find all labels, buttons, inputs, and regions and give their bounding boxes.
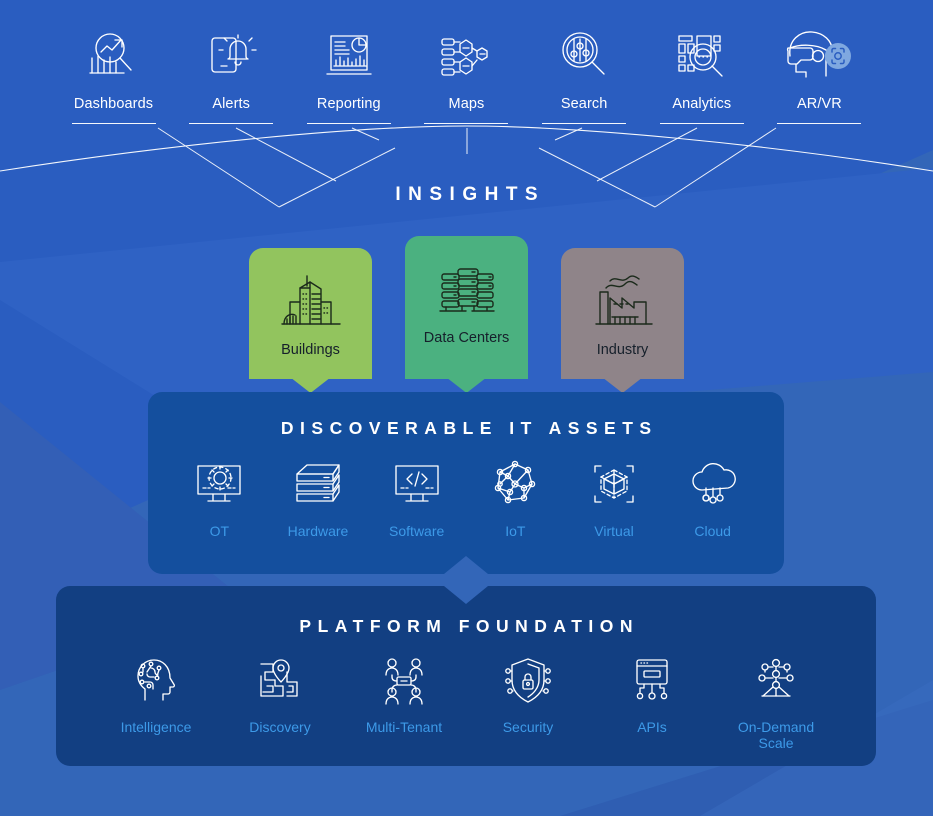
city-buildings-icon [276,272,346,334]
insight-underline [306,123,391,124]
insight-label: Search [560,96,608,112]
tile-label: IoT [505,523,526,539]
insight-label: Dashboards [73,96,154,112]
foundation-tile-row: Intelligence Discovery Multi-Tenant Secu… [56,654,876,751]
tile-cloud[interactable]: Cloud [663,458,762,539]
cloud-nodes-icon [686,458,740,510]
asset-type-cards: Buildings Data Centers Industry [0,236,933,393]
scan-focus-badge-icon [825,43,852,69]
infographic-stage: Dashboards Alerts Reporting Maps Search … [0,0,933,816]
discoverable-it-assets-panel: DISCOVERABLE IT ASSETS OT Hardware Softw… [148,392,784,574]
tile-discovery[interactable]: Discovery [228,654,332,735]
insight-item-arvr[interactable]: AR/VR [768,26,871,124]
server-layers-icon [291,458,345,510]
shield-lock-icon [501,654,555,706]
tile-label: On-Demand Scale [737,719,815,751]
tile-label: OT [209,523,230,539]
scale-tree-nodes-icon [749,654,803,706]
tile-label: Cloud [694,523,731,539]
tile-label: Security [502,719,554,735]
insight-underline [542,123,627,124]
tile-label: Intelligence [120,719,192,735]
map-pin-maze-icon [253,654,307,706]
tile-iot[interactable]: IoT [466,458,565,539]
report-chart-document-icon [319,26,379,84]
tile-hardware[interactable]: Hardware [269,458,368,539]
insight-underline [777,123,862,124]
magnifier-sliders-icon [554,26,614,84]
tile-apis[interactable]: APIs [600,654,704,735]
tile-label: APIs [637,719,667,735]
insight-underline [189,123,274,124]
tile-multi-tenant[interactable]: Multi-Tenant [352,654,456,735]
tile-intelligence[interactable]: Intelligence [104,654,208,735]
panel-title: PLATFORM FOUNDATION [299,616,640,636]
monitor-gear-icon [192,458,246,510]
card-datacenters[interactable]: Data Centers [405,236,528,393]
ai-head-circuit-icon [129,654,183,706]
insight-label: Maps [448,96,485,112]
tile-label: Hardware [287,523,349,539]
insight-label: Reporting [316,96,381,112]
tile-on-demand-scale[interactable]: On-Demand Scale [724,654,828,751]
insight-item-analytics[interactable]: Analytics [650,26,753,124]
insight-item-alerts[interactable]: Alerts [180,26,283,124]
panel-title: DISCOVERABLE IT ASSETS [280,418,658,438]
tile-virtual[interactable]: Virtual [565,458,664,539]
insight-underline [659,123,744,124]
monitor-code-icon [390,458,444,510]
iot-mesh-network-icon [488,458,542,510]
insight-label: AR/VR [797,96,842,112]
insight-label: Analytics [672,96,732,112]
api-window-nodes-icon [625,654,679,706]
insight-underline [424,123,509,124]
insight-item-dashboards[interactable]: Dashboards [62,26,165,124]
server-stack-icon [432,260,502,322]
multi-tenant-users-icon [377,654,431,706]
tile-software[interactable]: Software [367,458,466,539]
rack-magnifier-analytics-icon [672,26,732,84]
assets-tile-row: OT Hardware Software IoT Virtual Cloud [148,458,784,539]
insights-heading: INSIGHTS [395,184,546,205]
phone-alert-bell-icon [201,26,261,84]
insight-item-search[interactable]: Search [533,26,636,124]
virtual-cube-brackets-icon [587,458,641,510]
insight-item-reporting[interactable]: Reporting [297,26,400,124]
tile-security[interactable]: Security [476,654,580,735]
insight-label: Alerts [212,96,250,112]
insight-underline [71,123,156,124]
factory-smokestack-icon [588,272,658,334]
platform-foundation-panel: PLATFORM FOUNDATION Intelligence Discove… [56,586,876,766]
tile-label: Virtual [594,523,634,539]
card-label: Buildings [281,342,340,358]
tile-label: Software [389,523,445,539]
card-label: Data Centers [423,330,510,346]
node-map-tree-icon [436,26,496,84]
card-industry[interactable]: Industry [561,248,684,393]
tile-ot[interactable]: OT [170,458,269,539]
ar-vr-headset-icon [782,26,856,84]
card-buildings[interactable]: Buildings [249,248,372,393]
tile-label: Multi-Tenant [365,719,443,735]
insight-item-maps[interactable]: Maps [415,26,518,124]
dashboard-search-chart-icon [84,26,144,84]
card-label: Industry [596,342,649,358]
tile-label: Discovery [249,719,311,735]
insights-row: Dashboards Alerts Reporting Maps Search … [0,26,933,124]
